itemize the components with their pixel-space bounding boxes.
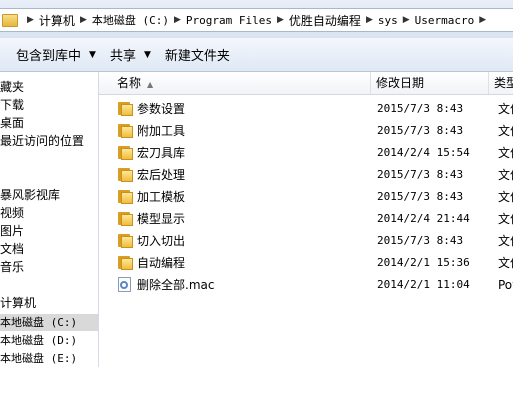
folder-icon: [118, 212, 133, 226]
folder-icon: [118, 190, 133, 204]
folder-icon: [118, 102, 133, 116]
chevron-right-icon[interactable]: ▶: [277, 15, 284, 25]
address-bar: ▶ 计算机 ▶ 本地磁盘 (C:) ▶ Program Files ▶ 优胜自动…: [0, 0, 513, 38]
command-toolbar: 包含到库中 ▼ 共享 ▼ 新建文件夹: [0, 38, 513, 72]
column-header-name[interactable]: 名称 ▲: [99, 72, 371, 94]
column-header-type[interactable]: 类型: [489, 72, 513, 94]
column-header-date[interactable]: 修改日期: [371, 72, 489, 94]
breadcrumb[interactable]: ▶ 计算机 ▶ 本地磁盘 (C:) ▶ Program Files ▶ 优胜自动…: [0, 8, 513, 32]
file-name: 切入切出: [137, 234, 186, 248]
nav-item-recent[interactable]: 最近访问的位置: [0, 133, 84, 150]
macro-file-icon: [118, 277, 131, 292]
column-date-label: 修改日期: [376, 76, 425, 90]
file-type: 文件: [498, 146, 513, 160]
file-row[interactable]: 模型显示 2014/2/4 21:44 文件: [99, 208, 513, 230]
file-type: 文件: [498, 168, 513, 182]
breadcrumb-program-files[interactable]: Program Files: [186, 14, 272, 27]
folder-icon: [118, 146, 133, 160]
nav-item-computer[interactable]: 计算机: [0, 295, 36, 312]
include-in-library-label: 包含到库中: [16, 49, 82, 64]
file-row[interactable]: 切入切出 2015/7/3 8:43 文件: [99, 230, 513, 252]
file-name: 模型显示: [137, 212, 186, 226]
file-row[interactable]: 自动编程 2014/2/1 15:36 文件: [99, 252, 513, 274]
file-date: 2015/7/3 8:43: [377, 190, 464, 203]
file-list: 名称 ▲ 修改日期 类型 参数设置 2015/7/3 8:43 文件 附加工具 2…: [99, 72, 513, 397]
chevron-right-icon[interactable]: ▶: [27, 15, 34, 25]
nav-item-music[interactable]: 音乐: [0, 259, 24, 276]
file-type: 文件: [498, 190, 513, 204]
breadcrumb-sys[interactable]: sys: [378, 14, 398, 27]
breadcrumb-computer[interactable]: 计算机: [39, 12, 75, 29]
chevron-right-icon[interactable]: ▶: [403, 15, 410, 25]
column-name-label: 名称: [117, 76, 142, 90]
file-type: 文件: [498, 102, 513, 116]
nav-item-baofeng-library[interactable]: 暴风影视库: [0, 187, 60, 204]
file-date: 2014/2/4 15:54: [377, 146, 470, 159]
caret-down-icon: ▼: [143, 49, 151, 60]
chevron-right-icon[interactable]: ▶: [366, 15, 373, 25]
breadcrumb-usermacro[interactable]: Usermacro: [415, 14, 475, 27]
new-folder-label: 新建文件夹: [164, 49, 230, 64]
file-date: 2014/2/1 11:04: [377, 278, 470, 291]
file-row[interactable]: 加工模板 2015/7/3 8:43 文件: [99, 186, 513, 208]
file-date: 2014/2/1 15:36: [377, 256, 470, 269]
file-type: 文件: [498, 124, 513, 138]
sort-ascending-icon: ▲: [147, 80, 154, 89]
include-in-library-button[interactable]: 包含到库中 ▼: [9, 43, 103, 67]
nav-item-drive-d[interactable]: 本地磁盘 (D:): [0, 332, 77, 349]
file-name: 宏后处理: [137, 168, 186, 182]
chevron-right-icon[interactable]: ▶: [174, 15, 181, 25]
folder-icon: [118, 168, 133, 182]
file-date: 2015/7/3 8:43: [377, 102, 464, 115]
folder-icon: [118, 256, 133, 270]
nav-item-documents[interactable]: 文档: [0, 241, 24, 258]
file-name: 宏刀具库: [137, 146, 186, 160]
file-name: 加工模板: [137, 190, 186, 204]
nav-item-downloads[interactable]: 下载: [0, 97, 24, 114]
chevron-right-icon[interactable]: ▶: [80, 15, 87, 25]
file-name: 删除全部.mac: [137, 278, 215, 292]
file-row[interactable]: 附加工具 2015/7/3 8:43 文件: [99, 120, 513, 142]
navigation-pane: 藏夹 下载 桌面 最近访问的位置 暴风影视库 视频 图片 文档 音乐 计算机 本…: [0, 72, 99, 367]
file-row[interactable]: 删除全部.mac 2014/2/1 11:04 Pow: [99, 274, 513, 296]
column-type-label: 类型: [494, 76, 513, 90]
file-name: 参数设置: [137, 102, 186, 116]
nav-item-drive-e[interactable]: 本地磁盘 (E:): [0, 350, 77, 367]
folder-icon: [118, 124, 133, 138]
breadcrumb-drive-c[interactable]: 本地磁盘 (C:): [92, 12, 169, 28]
share-button[interactable]: 共享 ▼: [103, 43, 158, 67]
file-date: 2015/7/3 8:43: [377, 168, 464, 181]
nav-item-pictures[interactable]: 图片: [0, 223, 24, 240]
file-name: 附加工具: [137, 124, 186, 138]
share-label: 共享: [109, 49, 136, 64]
file-name: 自动编程: [137, 256, 186, 270]
caret-down-icon: ▼: [89, 49, 96, 60]
file-date: 2015/7/3 8:43: [377, 124, 464, 137]
breadcrumb-youshen[interactable]: 优胜自动编程: [289, 12, 361, 29]
file-row[interactable]: 宏刀具库 2014/2/4 15:54 文件: [99, 142, 513, 164]
file-date: 2014/2/4 21:44: [377, 212, 470, 225]
new-folder-button[interactable]: 新建文件夹: [158, 43, 237, 67]
file-type: 文件: [498, 234, 513, 248]
file-type: 文件: [498, 256, 513, 270]
nav-item-desktop[interactable]: 桌面: [0, 115, 24, 132]
folder-icon: [118, 234, 133, 248]
file-row[interactable]: 参数设置 2015/7/3 8:43 文件: [99, 98, 513, 120]
file-type: 文件: [498, 212, 513, 226]
nav-item-videos[interactable]: 视频: [0, 205, 24, 222]
column-header-row: 名称 ▲ 修改日期 类型: [99, 72, 513, 95]
file-date: 2015/7/3 8:43: [377, 234, 464, 247]
chevron-right-icon[interactable]: ▶: [479, 15, 486, 25]
nav-item-drive-c[interactable]: 本地磁盘 (C:): [0, 314, 98, 331]
folder-icon: [2, 13, 18, 27]
file-row[interactable]: 宏后处理 2015/7/3 8:43 文件: [99, 164, 513, 186]
nav-item-favorites[interactable]: 藏夹: [0, 79, 24, 96]
file-type: Pow: [498, 278, 513, 292]
